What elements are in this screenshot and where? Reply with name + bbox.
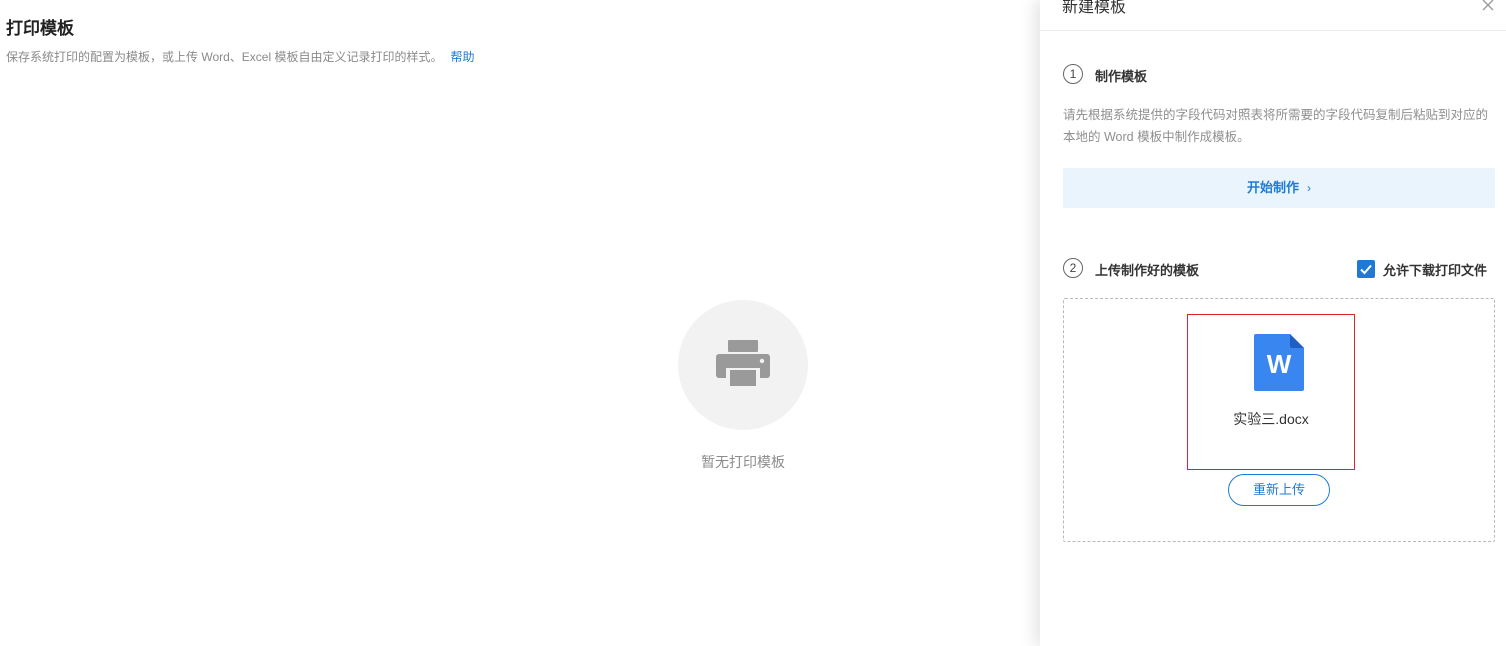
- step-1-number: 1: [1063, 64, 1083, 84]
- close-icon[interactable]: [1478, 0, 1498, 14]
- main-panel: 打印模板 保存系统打印的配置为模板，或上传 Word、Excel 模板自由定义记…: [0, 0, 1040, 646]
- step-2-title: 上传制作好的模板: [1095, 263, 1200, 278]
- help-link[interactable]: 帮助: [450, 50, 474, 64]
- word-file-icon: W: [1254, 334, 1304, 391]
- uploaded-file-card[interactable]: W 实验三.docx: [1187, 314, 1355, 470]
- page-title: 打印模板: [6, 19, 74, 38]
- chevron-right-icon: ›: [1307, 181, 1311, 195]
- step-1-title: 制作模板: [1095, 69, 1148, 84]
- page-description-text: 保存系统打印的配置为模板，或上传 Word、Excel 模板自由定义记录打印的样…: [6, 50, 443, 64]
- printer-icon: [716, 340, 770, 388]
- empty-state-text: 暂无打印模板: [701, 454, 785, 470]
- empty-state-illustration: [678, 300, 808, 430]
- step-1-description: 请先根据系统提供的字段代码对照表将所需要的字段代码复制后粘贴到对应的本地的 Wo…: [1063, 108, 1489, 144]
- start-making-button[interactable]: 开始制作 ›: [1063, 168, 1495, 208]
- upload-dropzone[interactable]: W 实验三.docx 重新上传: [1063, 298, 1495, 542]
- new-template-drawer: 新建模板 1 制作模板 请先根据系统提供的字段代码对照表将所需要的字段代码复制后…: [1040, 0, 1506, 646]
- drawer-title: 新建模板: [1062, 0, 1127, 16]
- drawer-header: 新建模板: [1040, 0, 1506, 31]
- checkbox-checked-icon[interactable]: [1357, 260, 1375, 278]
- start-making-label: 开始制作: [1246, 180, 1299, 195]
- file-name: 实验三.docx: [1233, 411, 1309, 427]
- page-description: 保存系统打印的配置为模板，或上传 Word、Excel 模板自由定义记录打印的样…: [6, 48, 474, 65]
- reupload-button[interactable]: 重新上传: [1228, 474, 1330, 506]
- step-2-number: 2: [1063, 258, 1083, 278]
- word-icon-letter: W: [1267, 349, 1292, 379]
- allow-download-label: 允许下载打印文件: [1383, 262, 1488, 278]
- allow-download-checkbox[interactable]: 允许下载打印文件: [1357, 259, 1487, 279]
